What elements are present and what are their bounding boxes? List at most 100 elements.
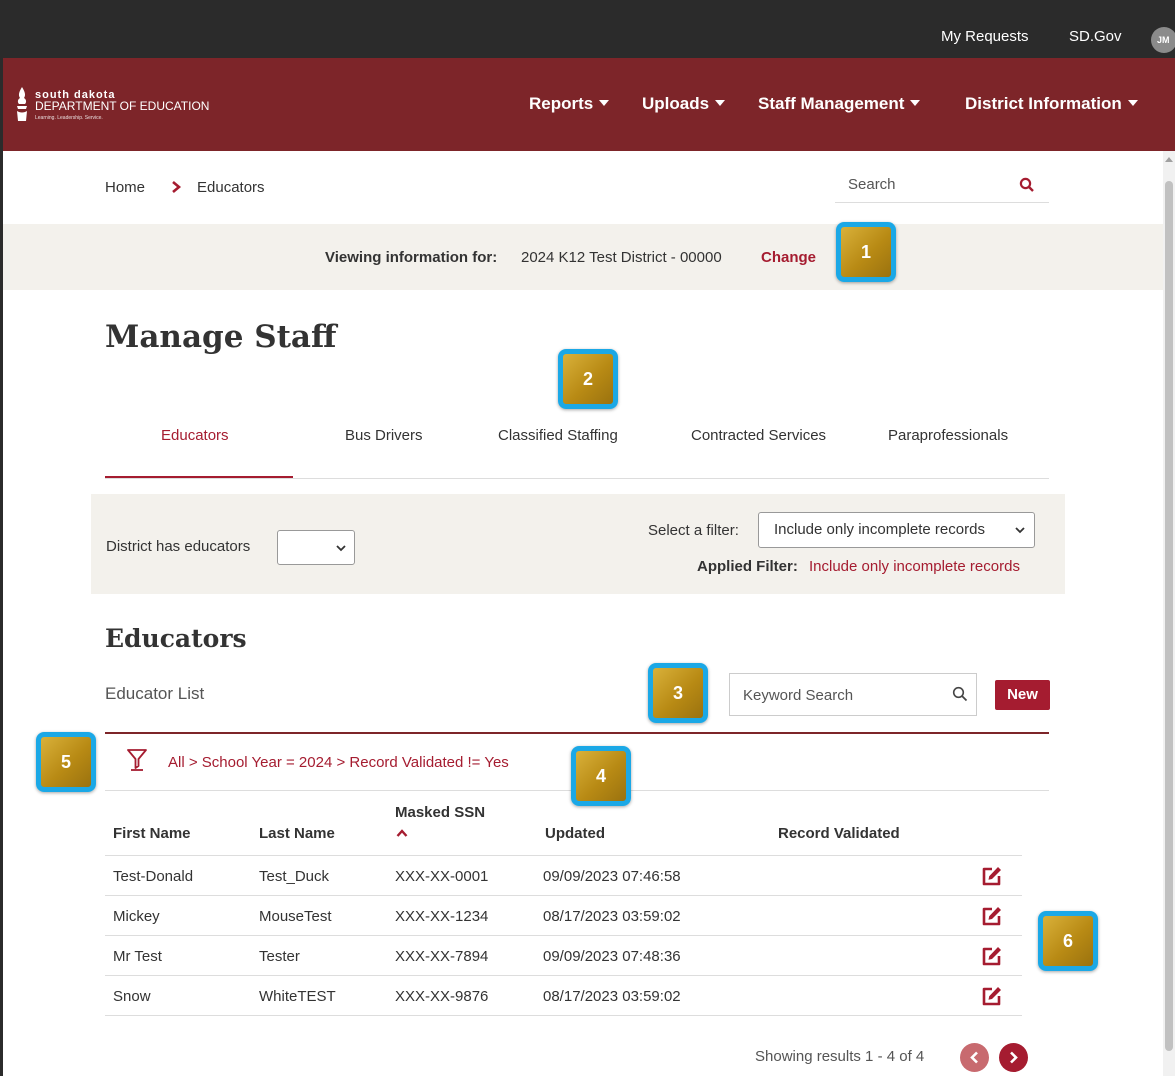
callout-badge-5: 5 — [36, 732, 96, 792]
chevron-left-icon — [970, 1051, 978, 1064]
utility-bar: My Requests SD.Gov JM — [3, 3, 1175, 58]
new-educator-button[interactable]: New — [995, 680, 1050, 710]
record-filter-select[interactable]: Include only incomplete records — [758, 512, 1035, 548]
edit-icon[interactable] — [981, 865, 1003, 887]
nav-uploads-label: Uploads — [642, 94, 710, 113]
cell-masked-ssn: XXX-XX-1234 — [395, 908, 489, 925]
header-first-name[interactable]: First Name — [113, 825, 191, 842]
edit-icon[interactable] — [981, 905, 1003, 927]
nav-staff-management[interactable]: Staff Management — [758, 94, 921, 114]
cell-updated: 09/09/2023 07:48:36 — [543, 948, 681, 965]
callout-badge-1: 1 — [836, 222, 896, 282]
caret-down-icon — [715, 100, 726, 106]
active-filter-path[interactable]: All > School Year = 2024 > Record Valida… — [168, 754, 509, 771]
previous-page-button[interactable] — [960, 1043, 989, 1072]
select-filter-label: Select a filter: — [648, 522, 739, 539]
header-record-validated[interactable]: Record Validated — [778, 825, 900, 842]
callout-badge-4: 4 — [571, 746, 631, 806]
site-search-input[interactable]: Search — [835, 167, 1049, 203]
chevron-down-icon — [1015, 527, 1025, 534]
search-icon[interactable] — [952, 686, 968, 702]
sd-gov-link[interactable]: SD.Gov — [1069, 28, 1122, 45]
change-district-link[interactable]: Change — [761, 249, 816, 266]
caret-down-icon — [910, 100, 921, 106]
site-search-placeholder: Search — [848, 176, 896, 193]
cell-masked-ssn: XXX-XX-0001 — [395, 868, 489, 885]
list-divider — [105, 732, 1049, 734]
district-has-educators-label: District has educators — [106, 538, 251, 555]
nav-district-information[interactable]: District Information — [965, 94, 1138, 114]
nav-reports[interactable]: Reports — [529, 94, 610, 114]
table-row: Mickey MouseTest XXX-XX-1234 08/17/2023 … — [105, 896, 1022, 936]
user-avatar[interactable]: JM — [1151, 27, 1175, 53]
cell-first-name: Snow — [113, 988, 151, 1005]
tab-bus-drivers[interactable]: Bus Drivers — [345, 427, 423, 444]
nav-staff-management-label: Staff Management — [758, 94, 905, 113]
callout-badge-3: 3 — [648, 663, 708, 723]
cell-last-name: MouseTest — [259, 908, 332, 925]
chevron-down-icon — [336, 545, 346, 552]
cell-last-name: Tester — [259, 948, 300, 965]
sort-ascending-icon[interactable] — [396, 829, 408, 837]
scrollbar-thumb[interactable] — [1165, 181, 1173, 1051]
browser-frame: My Requests SD.Gov JM south dakota DEPAR… — [0, 0, 1175, 1076]
caret-down-icon — [1127, 100, 1138, 106]
staff-tabs: Educators Bus Drivers Classified Staffin… — [105, 411, 1049, 479]
results-count: Showing results 1 - 4 of 4 — [755, 1048, 925, 1065]
breadcrumb-home-link[interactable]: Home — [105, 179, 145, 196]
tab-educators[interactable]: Educators — [161, 427, 229, 444]
my-requests-link[interactable]: My Requests — [941, 28, 1029, 45]
nav-district-information-label: District Information — [965, 94, 1122, 113]
educator-list-title: Educator List — [105, 684, 205, 703]
cell-updated: 09/09/2023 07:46:58 — [543, 868, 681, 885]
caret-down-icon — [599, 100, 610, 106]
cell-last-name: WhiteTEST — [259, 988, 336, 1005]
table-row: Test-Donald Test_Duck XXX-XX-0001 09/09/… — [105, 856, 1022, 896]
cell-masked-ssn: XXX-XX-7894 — [395, 948, 489, 965]
district-has-educators-select[interactable] — [277, 530, 355, 565]
chevron-right-icon — [1010, 1051, 1018, 1064]
table-row: Mr Test Tester XXX-XX-7894 09/09/2023 07… — [105, 936, 1022, 976]
main-navigation: south dakota DEPARTMENT OF EDUCATION Lea… — [3, 58, 1175, 151]
tab-classified-staffing[interactable]: Classified Staffing — [498, 427, 618, 444]
active-tab-indicator — [105, 476, 293, 478]
applied-filter-label: Applied Filter: — [697, 558, 798, 575]
cell-updated: 08/17/2023 03:59:02 — [543, 988, 681, 1005]
filter-funnel-icon[interactable] — [125, 746, 149, 774]
page-scrollbar[interactable] — [1163, 151, 1175, 1076]
viewing-district-value: 2024 K12 Test District - 00000 — [521, 249, 722, 266]
applied-filter-value: Include only incomplete records — [809, 558, 1020, 575]
next-page-button[interactable] — [999, 1043, 1028, 1072]
edit-icon[interactable] — [981, 985, 1003, 1007]
table-row: Snow WhiteTEST XXX-XX-9876 08/17/2023 03… — [105, 976, 1022, 1016]
viewing-info-bar: Viewing information for: 2024 K12 Test D… — [3, 224, 1163, 290]
educators-section-title: Educators — [105, 624, 247, 653]
callout-badge-2: 2 — [558, 349, 618, 409]
search-icon[interactable] — [1019, 177, 1035, 193]
doe-logo[interactable]: south dakota DEPARTMENT OF EDUCATION Lea… — [15, 86, 225, 126]
tab-paraprofessionals[interactable]: Paraprofessionals — [888, 427, 1008, 444]
keyword-search-input[interactable]: Keyword Search — [729, 673, 977, 716]
header-last-name[interactable]: Last Name — [259, 825, 335, 842]
tab-contracted-services[interactable]: Contracted Services — [691, 427, 826, 444]
header-masked-ssn[interactable]: Masked SSN — [395, 804, 485, 821]
record-filter-value: Include only incomplete records — [774, 521, 985, 538]
cell-first-name: Test-Donald — [113, 868, 194, 885]
callout-badge-6: 6 — [1038, 911, 1098, 971]
logo-tagline-text: Learning. Leadership. Service. — [35, 115, 103, 121]
scroll-up-arrow-icon[interactable] — [1165, 157, 1173, 162]
cell-masked-ssn: XXX-XX-9876 — [395, 988, 489, 1005]
header-updated[interactable]: Updated — [545, 825, 605, 842]
cell-last-name: Test_Duck — [259, 868, 330, 885]
keyword-search-placeholder: Keyword Search — [743, 687, 854, 704]
nav-reports-label: Reports — [529, 94, 594, 113]
page-title: Manage Staff — [105, 319, 337, 355]
breadcrumb-current: Educators — [197, 179, 265, 196]
edit-icon[interactable] — [981, 945, 1003, 967]
cell-updated: 08/17/2023 03:59:02 — [543, 908, 681, 925]
flame-logo-icon — [17, 87, 27, 121]
cell-first-name: Mickey — [113, 908, 160, 925]
nav-uploads[interactable]: Uploads — [642, 94, 726, 114]
chevron-right-icon — [172, 181, 182, 193]
filter-panel: District has educators Select a filter: … — [91, 494, 1065, 594]
